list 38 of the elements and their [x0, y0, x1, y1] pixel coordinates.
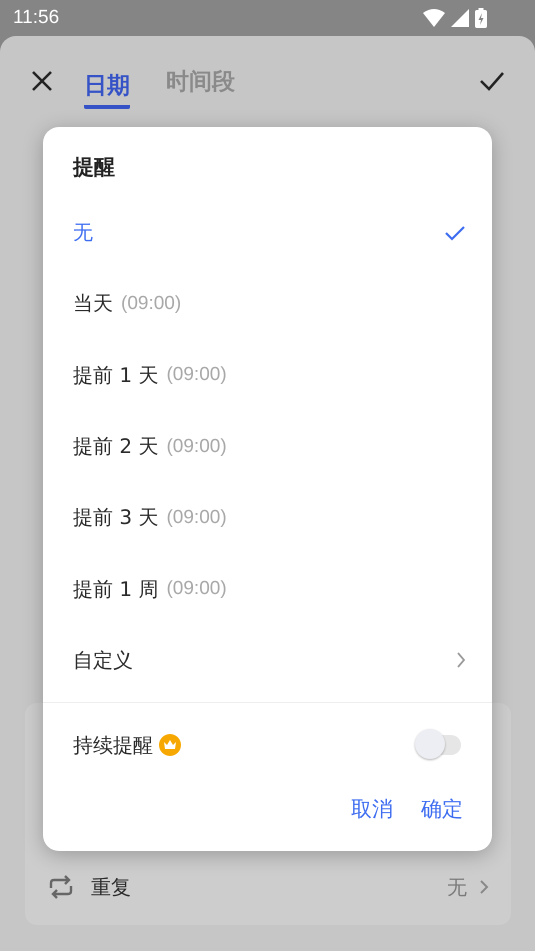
option-label: 提前 2 天 [73, 433, 158, 460]
dialog-button[interactable]: 确定 [412, 787, 472, 832]
option-label: 自定义 [73, 646, 133, 674]
option-time: (09:00) [166, 436, 227, 458]
reminder-option[interactable]: 提前 1 周 (09:00) [43, 553, 492, 625]
chevron-right-icon [456, 651, 466, 670]
repeat-value: 无 [447, 874, 467, 900]
reminder-option[interactable]: 当天 (09:00) [43, 268, 492, 340]
dialog-button[interactable]: 取消 [342, 787, 402, 832]
reminder-option[interactable]: 提前 3 天 (09:00) [43, 482, 492, 554]
repeat-icon [47, 874, 75, 900]
check-icon[interactable] [479, 70, 505, 92]
option-time: (09:00) [166, 506, 227, 529]
reminder-option[interactable]: 提前 1 天 (09:00) [43, 340, 492, 411]
option-time: (09:00) [166, 578, 227, 600]
wifi-icon [423, 9, 445, 27]
signal-icon [451, 9, 469, 27]
check-icon [444, 224, 466, 241]
chevron-right-icon [479, 879, 489, 895]
clock: 11:56 [13, 7, 60, 29]
dialog-title: 提醒 [72, 154, 116, 181]
repeat-label: 重复 [91, 874, 131, 900]
repeat-row[interactable]: 重复 无 [25, 867, 511, 925]
option-label: 当天 [73, 290, 113, 318]
option-label: 提前 1 天 [73, 362, 158, 389]
close-icon[interactable] [30, 69, 54, 93]
option-label: 提前 1 周 [73, 576, 158, 603]
crown-icon [159, 734, 181, 756]
option-time: (09:00) [166, 364, 227, 386]
option-time: (09:00) [121, 292, 182, 315]
persistent-reminder-label: 持续提醒 [73, 732, 153, 759]
battery-icon [475, 8, 487, 28]
reminder-option[interactable]: 自定义 [43, 624, 492, 696]
option-label: 无 [73, 219, 93, 246]
option-label: 提前 3 天 [73, 504, 158, 532]
reminder-option[interactable]: 无 [43, 197, 492, 268]
reminder-option[interactable]: 提前 2 天 (09:00) [43, 410, 492, 482]
tab[interactable]: 日期 [84, 62, 130, 108]
